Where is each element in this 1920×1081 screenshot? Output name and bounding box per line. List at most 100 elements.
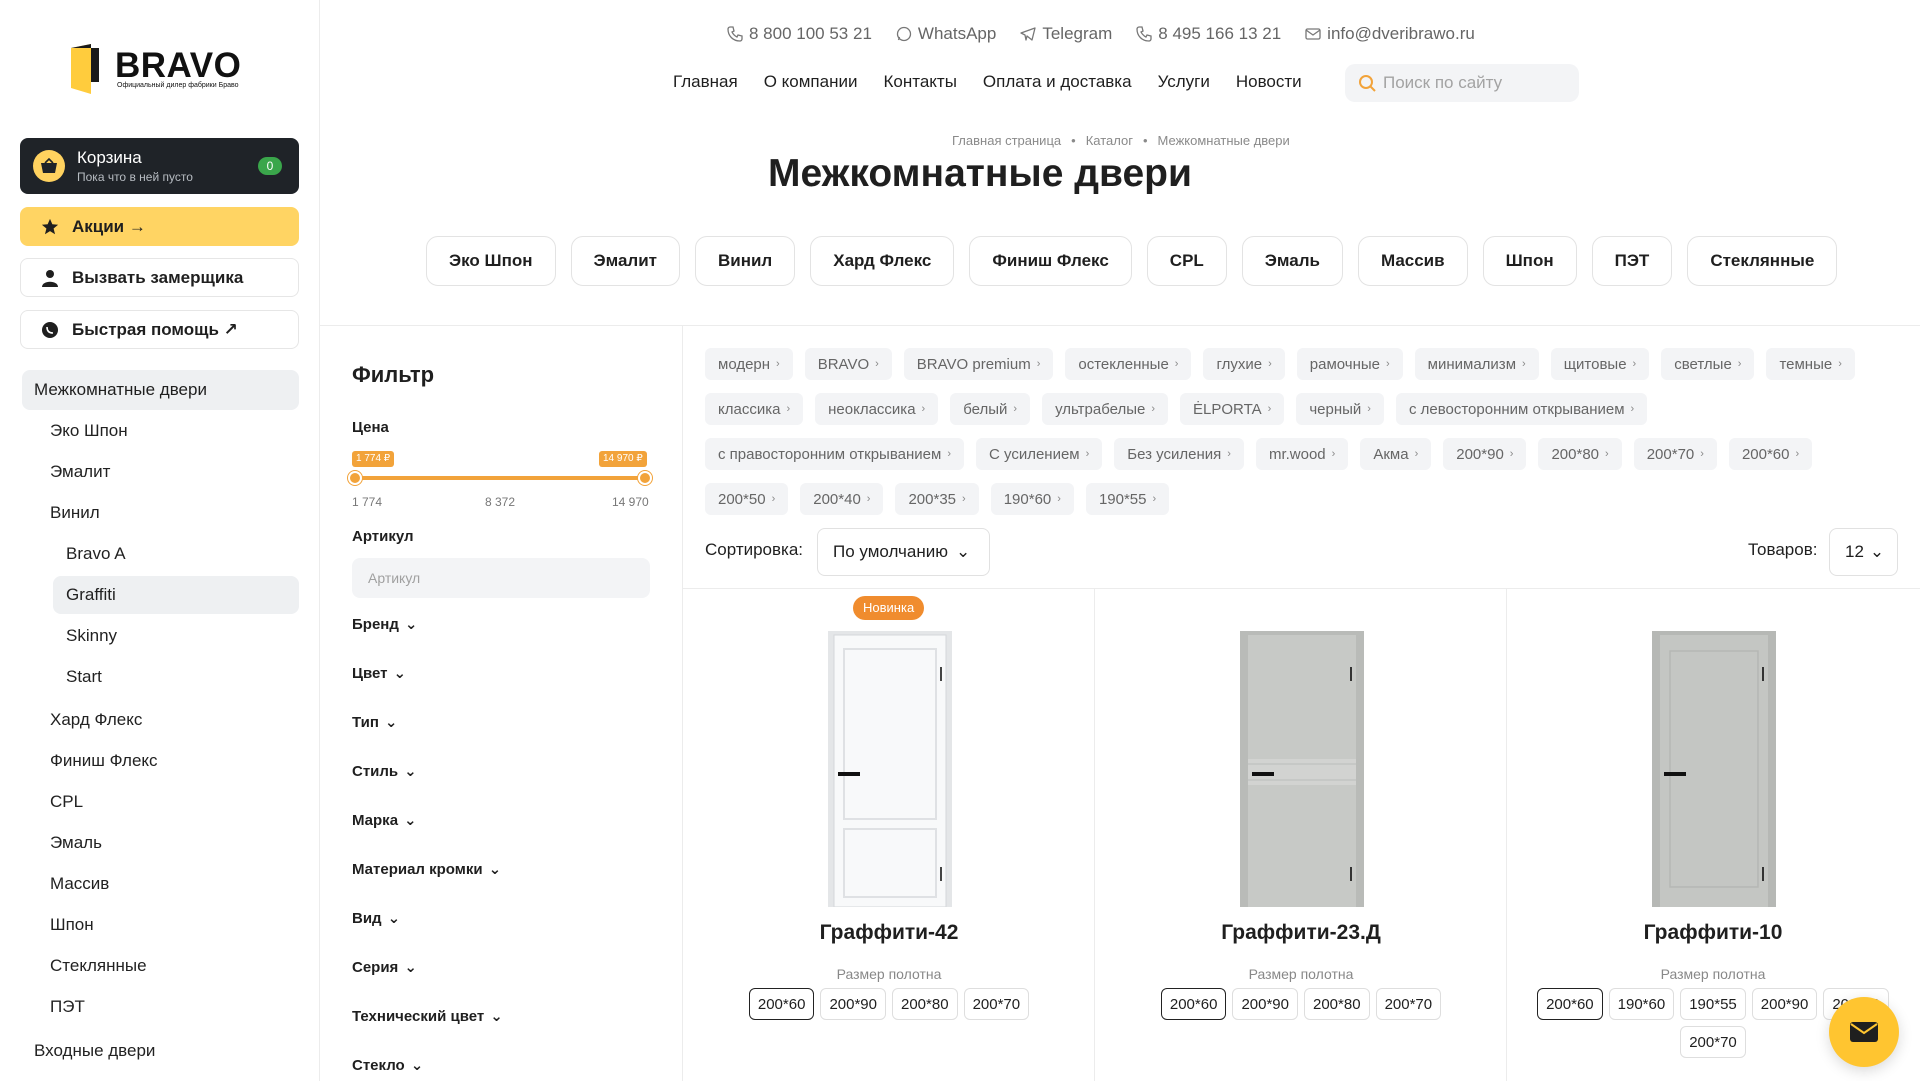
price-range-slider[interactable] [348, 471, 652, 485]
filter-tag[interactable]: ĖLPORTA › [1180, 393, 1285, 425]
filter-group-color[interactable]: Цвет ⌄ [352, 664, 406, 683]
sidebar-item-graffiti[interactable]: Graffiti [66, 585, 116, 605]
filter-tag[interactable]: с правосторонним открыванием › [705, 438, 964, 470]
category-chip[interactable]: CPL [1146, 236, 1227, 286]
size-option[interactable]: 200*90 [1232, 988, 1298, 1020]
sidebar-item-veneer[interactable]: Шпон [50, 915, 94, 935]
sidebar-item-enamel[interactable]: Эмаль [50, 833, 102, 853]
nav-home[interactable]: Главная [673, 72, 738, 92]
product-name[interactable]: Граффити-10 [1507, 921, 1919, 945]
size-option[interactable]: 200*80 [892, 988, 958, 1020]
filter-tag[interactable]: С усилением › [975, 438, 1103, 470]
door-image[interactable] [1240, 631, 1364, 907]
sidebar-item-bravo-a[interactable]: Bravo A [66, 544, 126, 564]
nav-payment-delivery[interactable]: Оплата и доставка [983, 72, 1132, 92]
telegram-link[interactable]: Telegram [1020, 24, 1112, 44]
filter-tag[interactable]: черный › [1296, 393, 1384, 425]
filter-tag[interactable]: BRAVO › [804, 348, 892, 380]
size-option[interactable]: 200*60 [1537, 988, 1603, 1020]
breadcrumb-home[interactable]: Главная страница [952, 133, 1061, 148]
filter-group-edge-material[interactable]: Материал кромки ⌄ [352, 860, 501, 879]
size-option[interactable]: 200*90 [1751, 988, 1818, 1020]
filter-tag[interactable]: Акма › [1360, 438, 1432, 470]
size-option[interactable]: 200*70 [1375, 988, 1442, 1020]
sidebar-item-pet[interactable]: ПЭТ [50, 997, 85, 1017]
door-image[interactable] [1652, 631, 1776, 907]
size-option[interactable]: 200*70 [1680, 1026, 1746, 1058]
filter-group-kind[interactable]: Вид ⌄ [352, 909, 400, 928]
product-card[interactable]: Новинка Граффити-42 Размер полотна 200*6… [683, 589, 1095, 1081]
contact-fab[interactable] [1829, 997, 1899, 1067]
size-option[interactable]: 200*60 [1160, 988, 1227, 1020]
door-image[interactable] [828, 631, 952, 907]
size-option[interactable]: 190*60 [1608, 988, 1675, 1020]
filter-tag[interactable]: темные › [1766, 348, 1855, 380]
filter-tag[interactable]: BRAVO premium › [903, 348, 1054, 380]
sidebar-item-finish-flex[interactable]: Финиш Флекс [50, 751, 158, 771]
sidebar-item-skinny[interactable]: Skinny [66, 626, 117, 646]
sidebar-item-interior-doors[interactable]: Межкомнатные двери [22, 370, 299, 410]
filter-group-brand[interactable]: Бренд ⌄ [352, 615, 417, 634]
search-icon[interactable] [1357, 73, 1377, 93]
quick-help-button[interactable]: Быстрая помощь ↗ [20, 310, 299, 349]
filter-tag[interactable]: неоклассика › [815, 393, 939, 425]
filter-tag[interactable]: 200*60 › [1728, 438, 1813, 470]
article-input[interactable] [352, 558, 650, 598]
price-max-handle[interactable] [638, 471, 652, 485]
filter-tag[interactable]: остекленные › [1065, 348, 1192, 380]
nav-about[interactable]: О компании [764, 72, 858, 92]
whatsapp-link[interactable]: WhatsApp [896, 24, 996, 44]
category-chip[interactable]: Массив [1357, 236, 1468, 286]
filter-tag[interactable]: 200*80 › [1538, 438, 1622, 470]
category-chip[interactable]: Эмаль [1241, 236, 1343, 286]
filter-tag[interactable]: глухие › [1203, 348, 1285, 380]
sidebar-item-eco-veneer[interactable]: Эко Шпон [50, 421, 128, 441]
breadcrumb-catalog[interactable]: Каталог [1086, 133, 1133, 148]
filter-tag[interactable]: ультрабелые › [1042, 393, 1169, 425]
sidebar-item-vinyl[interactable]: Винил [50, 503, 100, 523]
phone-link-2[interactable]: 8 495 166 13 21 [1136, 24, 1281, 44]
promo-button[interactable]: Акции → [20, 207, 299, 246]
nav-services[interactable]: Услуги [1158, 72, 1210, 92]
category-chip[interactable]: Эко Шпон [426, 236, 556, 286]
category-chip[interactable]: ПЭТ [1591, 236, 1673, 286]
quantity-select[interactable]: 12 ⌄ [1829, 528, 1898, 576]
filter-tag[interactable]: с левосторонним открыванием › [1395, 393, 1648, 425]
category-chip[interactable]: Эмалит [570, 236, 680, 286]
size-option[interactable]: 190*55 [1680, 988, 1746, 1020]
filter-tag[interactable]: классика › [705, 393, 804, 425]
filter-tag[interactable]: mr.wood › [1255, 438, 1349, 470]
filter-tag[interactable]: светлые › [1661, 348, 1755, 380]
nav-news[interactable]: Новости [1236, 72, 1302, 92]
filter-tag[interactable]: 200*35 › [895, 483, 979, 515]
filter-group-mark[interactable]: Марка ⌄ [352, 811, 417, 830]
filter-tag[interactable]: Без усиления › [1114, 438, 1244, 470]
filter-tag[interactable]: минимализм › [1414, 348, 1539, 380]
phone-link-1[interactable]: 8 800 100 53 21 [727, 24, 872, 44]
filter-group-style[interactable]: Стиль ⌄ [352, 762, 417, 781]
sidebar-item-cpl[interactable]: CPL [50, 792, 83, 812]
filter-tag[interactable]: щитовые › [1550, 348, 1650, 380]
filter-tag[interactable]: модерн › [705, 348, 793, 380]
category-chip[interactable]: Финиш Флекс [969, 236, 1132, 286]
filter-tag[interactable]: 200*90 › [1443, 438, 1527, 470]
email-link[interactable]: info@dveribrawo.ru [1305, 24, 1475, 44]
sidebar-item-glass[interactable]: Стеклянные [50, 956, 147, 976]
price-min-handle[interactable] [348, 471, 362, 485]
sidebar-item-entrance-doors[interactable]: Входные двери [34, 1041, 155, 1061]
nav-contacts[interactable]: Контакты [883, 72, 956, 92]
category-chip[interactable]: Стеклянные [1687, 236, 1838, 286]
search-input[interactable] [1383, 73, 1563, 93]
category-chip[interactable]: Хард Флекс [810, 236, 955, 286]
size-option[interactable]: 200*60 [748, 988, 815, 1020]
product-name[interactable]: Граффити-23.Д [1095, 921, 1507, 945]
product-name[interactable]: Граффити-42 [683, 921, 1095, 945]
sidebar-item-solid-wood[interactable]: Массив [50, 874, 109, 894]
call-measurer-button[interactable]: Вызвать замерщика [20, 258, 299, 297]
filter-tag[interactable]: рамочные › [1296, 348, 1403, 380]
brand-logo[interactable]: BRAVO Официальный дилер фабрики Браво [69, 42, 259, 100]
product-card[interactable]: Граффити-23.Д Размер полотна 200*60 200*… [1095, 589, 1507, 1081]
filter-tag[interactable]: 190*60 › [990, 483, 1074, 515]
sidebar-item-emalit[interactable]: Эмалит [50, 462, 110, 482]
category-chip[interactable]: Винил [694, 236, 796, 286]
